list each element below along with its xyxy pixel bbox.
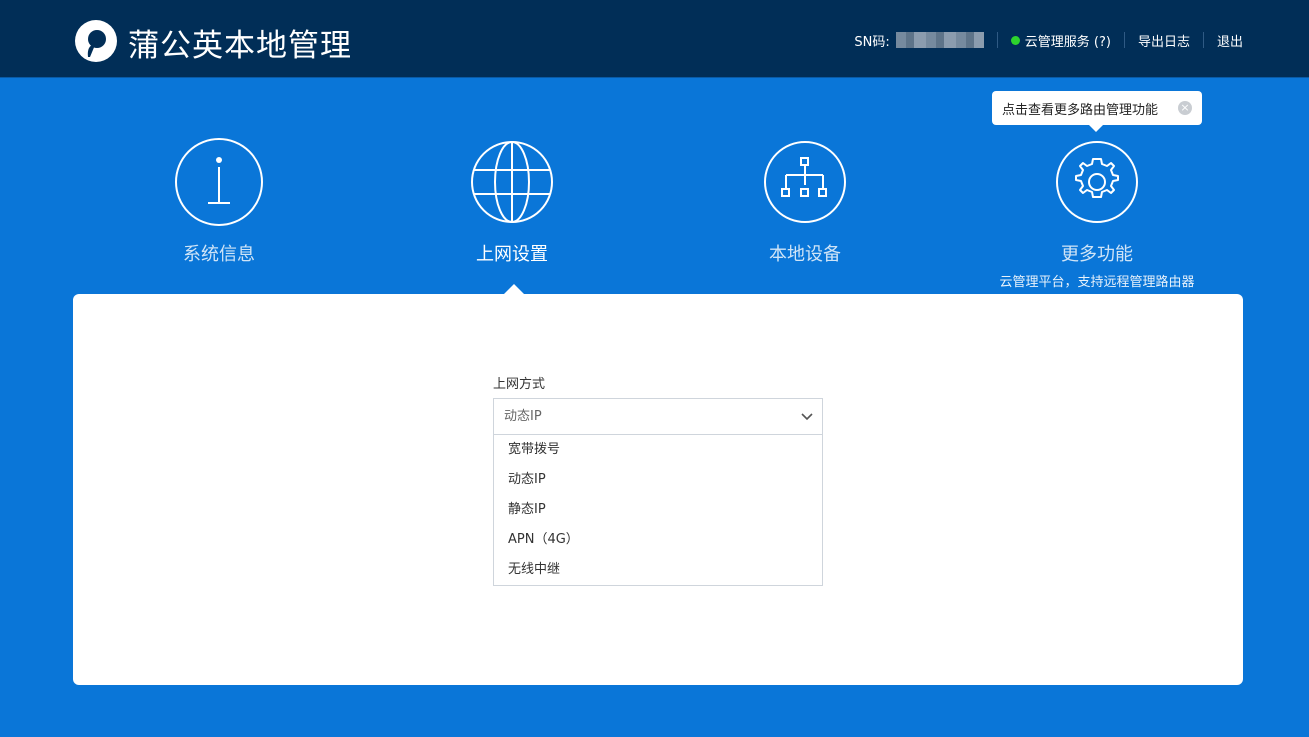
connection-type-label: 上网方式 [493, 377, 546, 392]
divider [996, 32, 998, 48]
nav-item-system-info[interactable]: 系统信息 [119, 137, 319, 265]
logout-link[interactable]: 退出 [1217, 31, 1243, 50]
nav-label: 更多功能 [1061, 244, 1133, 265]
status-dot-icon [1010, 35, 1020, 45]
dropdown-option[interactable]: APN（4G） [494, 529, 822, 559]
sn-label: SN码: [854, 34, 890, 50]
divider [1123, 32, 1125, 48]
dropdown-option[interactable]: 无线中继 [494, 559, 822, 589]
close-icon[interactable]: × [1178, 101, 1192, 115]
tooltip-text: 点击查看更多路由管理功能 [1002, 102, 1159, 118]
nav-label: 本地设备 [769, 244, 841, 265]
dropdown-option[interactable]: 静态IP [494, 499, 822, 529]
nav-item-local-devices[interactable]: 本地设备 [705, 137, 905, 265]
nav-subtitle: 云管理平台，支持远程管理路由器 [999, 275, 1195, 290]
info-icon [175, 138, 263, 226]
dropdown-option[interactable]: 动态IP [494, 469, 822, 499]
header-actions: SN码: 云管理服务 (?) 导出日志 退出 [854, 30, 1243, 50]
connection-type-select[interactable]: 动态IP [493, 398, 823, 435]
globe-icon [471, 141, 553, 223]
more-features-tooltip: 点击查看更多路由管理功能 × [992, 91, 1202, 132]
chevron-down-icon [801, 413, 813, 421]
dropdown-option[interactable]: 宽带拨号 [494, 439, 822, 469]
cloud-service-link[interactable]: 云管理服务 (?) [1025, 31, 1111, 50]
logo-icon [75, 20, 117, 62]
export-log-link[interactable]: 导出日志 [1138, 31, 1190, 50]
nav-item-internet-settings[interactable]: 上网设置 [412, 137, 612, 265]
network-tree-icon [764, 141, 846, 223]
connection-type-dropdown: 宽带拨号 动态IP 静态IP APN（4G） 无线中继 [493, 435, 823, 586]
gear-icon [1056, 141, 1138, 223]
brand-title: 蒲公英本地管理 [128, 28, 352, 64]
select-value: 动态IP [504, 409, 542, 424]
nav-item-more-features[interactable]: 更多功能 云管理平台，支持远程管理路由器 [997, 137, 1197, 290]
active-tab-caret [504, 284, 524, 294]
sn-value-masked [895, 32, 984, 48]
top-header: 蒲公英本地管理 SN码: 云管理服务 (?) 导出日志 退出 [0, 0, 1309, 78]
divider [1202, 32, 1204, 48]
nav-label: 系统信息 [183, 244, 255, 265]
nav-label: 上网设置 [476, 244, 548, 265]
